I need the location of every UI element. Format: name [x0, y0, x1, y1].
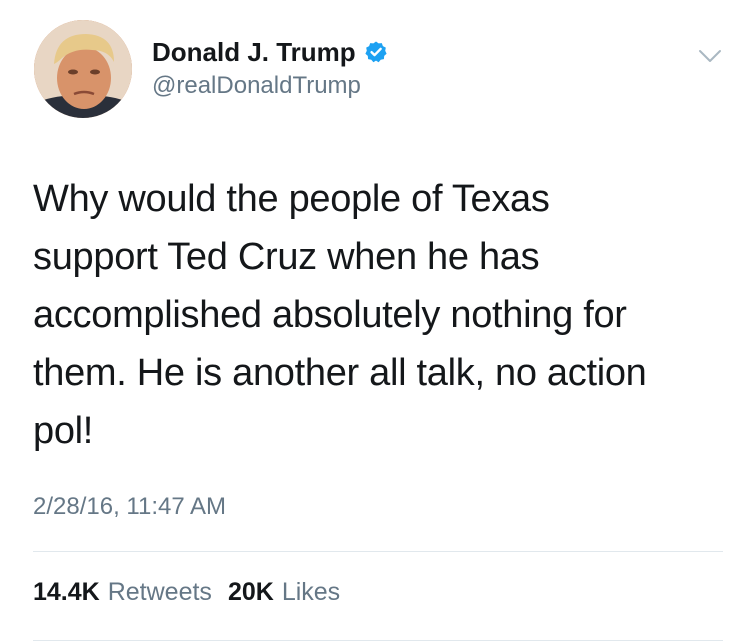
chevron-down-icon[interactable] [697, 46, 723, 66]
likes-count: 20K [227, 578, 274, 606]
timestamp[interactable]: 2/28/16, 11:47 AM [33, 493, 226, 521]
tweet-text-line: pol! [33, 410, 94, 452]
tweet-text-line: Why would the people of Texas [33, 178, 550, 220]
avatar[interactable] [34, 20, 132, 118]
retweets-count: 14.4K [33, 578, 100, 606]
display-name[interactable]: Donald J. Trump [152, 37, 356, 68]
author-name-row[interactable]: Donald J. Trump [152, 36, 388, 68]
tweet-text-line: accomplished absolutely nothing for [33, 294, 627, 336]
divider [33, 551, 723, 552]
retweets-stat[interactable]: 14.4K Retweets [33, 578, 212, 607]
tweet-text-line: them. He is another all talk, no action [33, 352, 647, 394]
profile-photo [34, 20, 132, 118]
tweet-text-line: support Ted Cruz when he has [33, 236, 540, 278]
divider [33, 640, 723, 641]
handle[interactable]: @realDonaldTrump [152, 72, 361, 100]
tweet-text: Why would the people of Texas support Te… [33, 170, 723, 460]
retweets-label: Retweets [107, 578, 212, 606]
likes-stat[interactable]: 20K Likes [228, 578, 340, 607]
verified-badge-icon [364, 40, 388, 64]
likes-label: Likes [281, 578, 341, 606]
tweet-stats: 14.4K Retweets 20K Likes [33, 578, 340, 607]
